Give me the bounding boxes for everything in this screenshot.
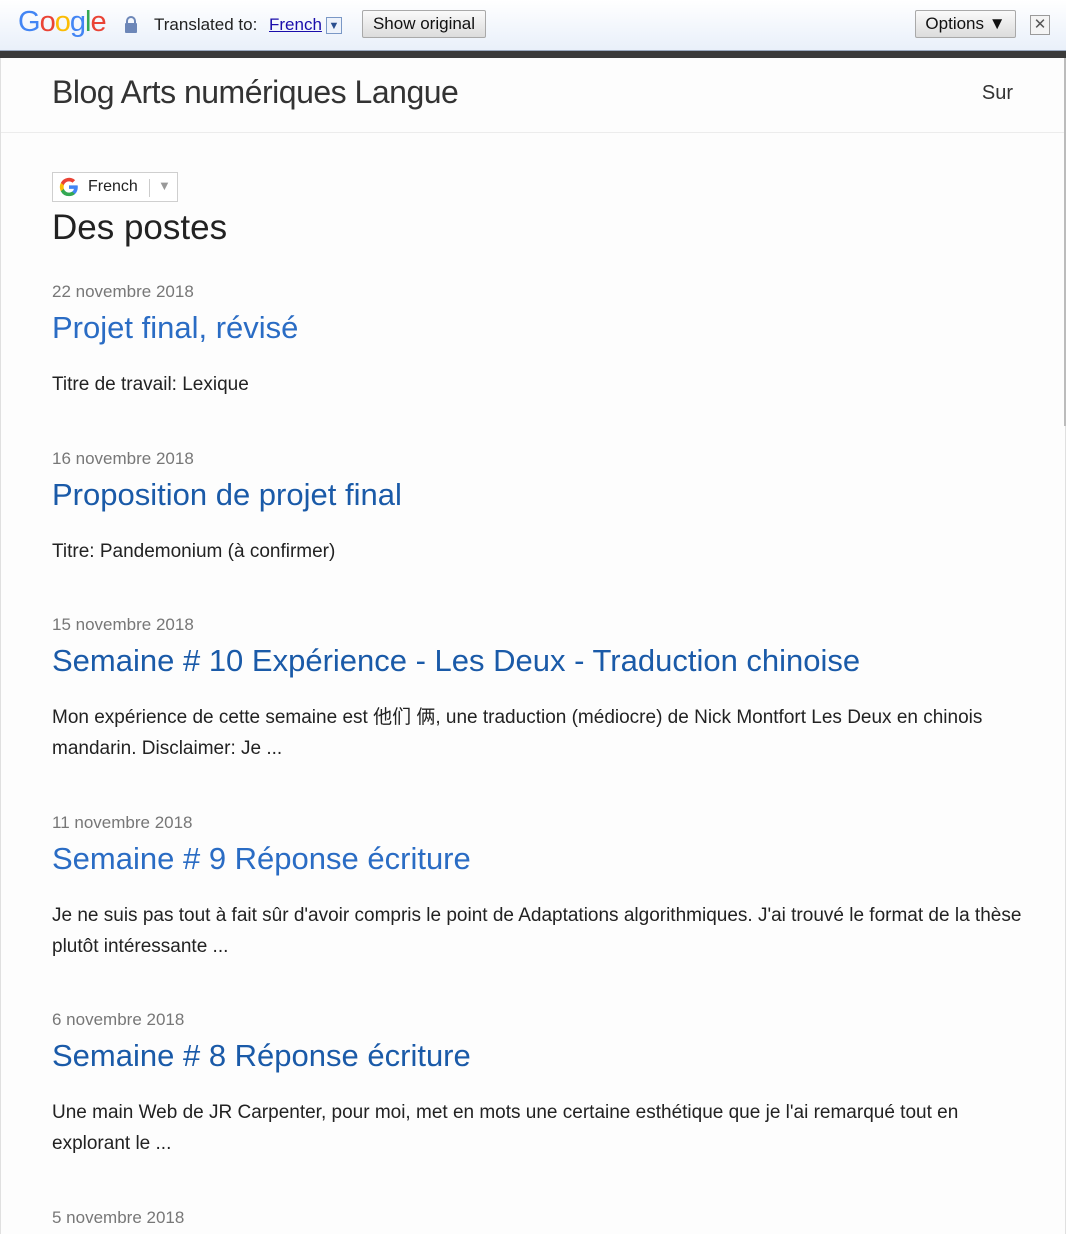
post-date[interactable]: 11 novembre 2018 [52, 813, 1022, 833]
post-item: 16 novembre 2018 Proposition de projet f… [52, 449, 1022, 567]
translate-bar-divider [0, 51, 1066, 58]
nav-about-link[interactable]: Sur [982, 82, 1013, 105]
post-title-link[interactable]: Semaine # 10 Expérience - Les Deux - Tra… [52, 643, 1022, 679]
chevron-down-icon: ▼ [158, 178, 171, 193]
language-selector[interactable]: French ▼ [52, 172, 178, 202]
blog-page: Blog Arts numériques Langue Sur French ▼… [0, 58, 1066, 1234]
translate-bar: Google Translated to: French ▼ Show orig… [0, 0, 1066, 51]
language-selector-label: French [88, 178, 138, 195]
post-date[interactable]: 5 novembre 2018 [52, 1208, 1022, 1228]
options-button[interactable]: Options ▼ [915, 10, 1016, 38]
post-date[interactable]: 6 novembre 2018 [52, 1010, 1022, 1030]
post-date[interactable]: 16 novembre 2018 [52, 449, 1022, 469]
language-selector-divider [149, 179, 150, 197]
post-item: 5 novembre 2018 [52, 1208, 1022, 1228]
post-item: 6 novembre 2018 Semaine # 8 Réponse écri… [52, 1010, 1022, 1159]
close-icon[interactable]: ✕ [1030, 15, 1050, 35]
show-original-button[interactable]: Show original [362, 10, 486, 38]
blog-header: Blog Arts numériques Langue Sur [1, 58, 1065, 133]
post-item: 22 novembre 2018 Projet final, révisé Ti… [52, 282, 1022, 400]
language-dropdown-icon[interactable]: ▼ [326, 17, 342, 34]
google-logo[interactable]: Google [18, 6, 107, 39]
post-excerpt: Je ne suis pas tout à fait sûr d'avoir c… [52, 905, 1022, 957]
post-excerpt: Titre de travail: Lexique [52, 374, 249, 395]
blog-title[interactable]: Blog Arts numériques Langue [52, 74, 459, 111]
post-excerpt: Une main Web de JR Carpenter, pour moi, … [52, 1102, 959, 1154]
google-g-icon [59, 177, 78, 197]
post-title-link[interactable]: Projet final, révisé [52, 310, 1022, 346]
post-excerpt: Mon expérience de cette semaine est 他们 俩… [52, 707, 983, 759]
section-title: Des postes [52, 208, 228, 247]
post-title-link[interactable]: Semaine # 8 Réponse écriture [52, 1038, 1022, 1074]
post-item: 11 novembre 2018 Semaine # 9 Réponse écr… [52, 813, 1022, 962]
post-title-link[interactable]: Proposition de projet final [52, 477, 1022, 513]
post-date[interactable]: 15 novembre 2018 [52, 615, 1022, 635]
post-item: 15 novembre 2018 Semaine # 10 Expérience… [52, 615, 1022, 764]
post-title-link[interactable]: Semaine # 9 Réponse écriture [52, 841, 1022, 877]
translated-language-link[interactable]: French [269, 15, 322, 35]
lock-icon [125, 16, 137, 33]
post-date[interactable]: 22 novembre 2018 [52, 282, 1022, 302]
post-excerpt: Titre: Pandemonium (à confirmer) [52, 541, 336, 562]
translated-to-label: Translated to: [154, 15, 258, 34]
